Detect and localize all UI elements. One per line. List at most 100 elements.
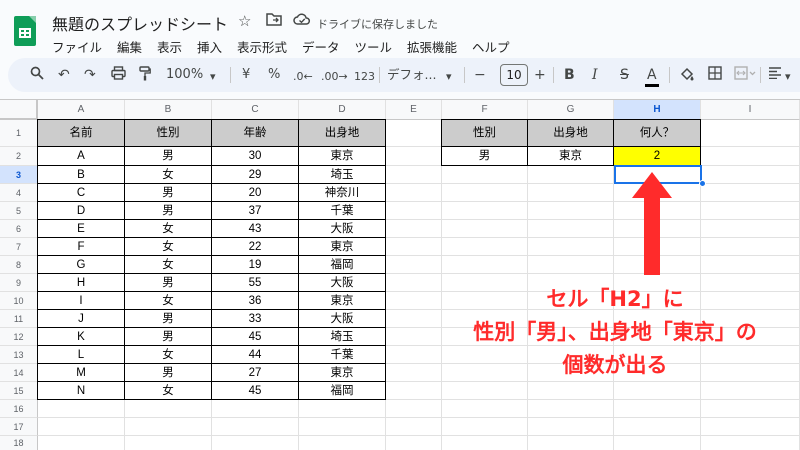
- row-header-12[interactable]: 12: [0, 328, 38, 346]
- row-header-5[interactable]: 5: [0, 202, 38, 220]
- table-cell[interactable]: 女: [124, 381, 212, 400]
- table-cell[interactable]: J: [37, 309, 125, 328]
- search-menus-icon[interactable]: [30, 66, 44, 85]
- table-cell[interactable]: 神奈川: [298, 183, 386, 202]
- fill-handle[interactable]: [699, 180, 706, 187]
- currency-format-button[interactable]: ¥: [242, 66, 250, 84]
- table-cell[interactable]: 55: [211, 273, 299, 292]
- column-header-i[interactable]: I: [701, 100, 800, 120]
- select-all-corner[interactable]: [0, 100, 38, 120]
- align-left-icon[interactable]: [768, 66, 782, 84]
- menu-view[interactable]: 表示: [157, 40, 182, 55]
- table-cell[interactable]: G: [37, 255, 125, 274]
- menu-insert[interactable]: 挿入: [197, 40, 222, 55]
- result-cell-h2[interactable]: 2: [613, 146, 701, 166]
- table-cell[interactable]: 大阪: [298, 309, 386, 328]
- table-header-cell[interactable]: 性別: [124, 119, 212, 147]
- table-cell[interactable]: 19: [211, 255, 299, 274]
- column-header-e[interactable]: E: [386, 100, 442, 120]
- table-cell[interactable]: 20: [211, 183, 299, 202]
- move-folder-icon[interactable]: [266, 12, 282, 30]
- menu-edit[interactable]: 編集: [117, 40, 142, 55]
- table-cell[interactable]: 女: [124, 345, 212, 364]
- table-cell[interactable]: 埼玉: [298, 165, 386, 184]
- table-cell[interactable]: N: [37, 381, 125, 400]
- menu-format[interactable]: 表示形式: [237, 40, 287, 55]
- table-cell[interactable]: H: [37, 273, 125, 292]
- table-cell[interactable]: B: [37, 165, 125, 184]
- font-family-select[interactable]: デフォ...: [387, 66, 436, 84]
- table-cell[interactable]: 30: [211, 146, 299, 166]
- table-cell[interactable]: 男: [124, 309, 212, 328]
- table-cell[interactable]: 33: [211, 309, 299, 328]
- table-cell[interactable]: 29: [211, 165, 299, 184]
- sheets-logo-icon[interactable]: [14, 16, 36, 46]
- column-header-a[interactable]: A: [38, 100, 125, 120]
- row-header-8[interactable]: 8: [0, 256, 38, 274]
- menu-file[interactable]: ファイル: [52, 40, 102, 55]
- table-cell[interactable]: 女: [124, 237, 212, 256]
- zoom-dropdown-icon[interactable]: ▾: [210, 68, 216, 86]
- table-cell[interactable]: 女: [124, 165, 212, 184]
- row-header-3[interactable]: 3: [0, 166, 38, 184]
- redo-icon[interactable]: ↷: [84, 66, 96, 84]
- row-header-9[interactable]: 9: [0, 274, 38, 292]
- table-cell[interactable]: 東京: [298, 146, 386, 166]
- borders-icon[interactable]: [708, 66, 722, 85]
- table-cell[interactable]: 女: [124, 255, 212, 274]
- table-header-cell[interactable]: 年齢: [211, 119, 299, 147]
- table-cell[interactable]: L: [37, 345, 125, 364]
- table-cell[interactable]: 女: [124, 219, 212, 238]
- fill-color-icon[interactable]: [679, 66, 695, 87]
- table-cell[interactable]: 27: [211, 363, 299, 382]
- table-cell[interactable]: 男: [124, 183, 212, 202]
- row-header-7[interactable]: 7: [0, 238, 38, 256]
- table-cell[interactable]: 36: [211, 291, 299, 310]
- table-cell[interactable]: F: [37, 237, 125, 256]
- decrease-font-size-button[interactable]: −: [474, 66, 486, 84]
- table-cell[interactable]: 43: [211, 219, 299, 238]
- table-cell[interactable]: 福岡: [298, 381, 386, 400]
- document-title[interactable]: 無題のスプレッドシート: [52, 11, 228, 35]
- table-cell[interactable]: 千葉: [298, 345, 386, 364]
- table-cell[interactable]: 東京: [298, 237, 386, 256]
- table-cell[interactable]: K: [37, 327, 125, 346]
- strikethrough-button[interactable]: S: [620, 66, 629, 84]
- spreadsheet-grid[interactable]: A B C D E F G H I 1 2 3 4 5 6 7 8 9 10 11 12 13 14 15 16 17 18 名前 性別…: [0, 99, 800, 450]
- italic-button[interactable]: I: [592, 66, 598, 84]
- paint-format-icon[interactable]: [139, 66, 151, 86]
- zoom-select[interactable]: 100%: [166, 66, 203, 84]
- table-cell[interactable]: D: [37, 201, 125, 220]
- table-cell[interactable]: 男: [124, 146, 212, 166]
- table-cell[interactable]: 45: [211, 381, 299, 400]
- row-header-1[interactable]: 1: [0, 120, 38, 147]
- summary-cell[interactable]: 東京: [527, 146, 614, 166]
- menu-tools[interactable]: ツール: [355, 40, 393, 55]
- row-header-15[interactable]: 15: [0, 382, 38, 400]
- table-cell[interactable]: 男: [124, 327, 212, 346]
- table-header-cell[interactable]: 出身地: [298, 119, 386, 147]
- summary-cell[interactable]: 男: [441, 146, 528, 166]
- table-cell[interactable]: 男: [124, 363, 212, 382]
- table-cell[interactable]: C: [37, 183, 125, 202]
- star-icon[interactable]: ☆: [238, 12, 251, 30]
- row-header-16[interactable]: 16: [0, 400, 38, 418]
- table-cell[interactable]: 男: [124, 201, 212, 220]
- row-header-11[interactable]: 11: [0, 310, 38, 328]
- menu-extensions[interactable]: 拡張機能: [407, 40, 457, 55]
- row-header-4[interactable]: 4: [0, 184, 38, 202]
- column-header-g[interactable]: G: [528, 100, 614, 120]
- table-cell[interactable]: 22: [211, 237, 299, 256]
- increase-decimal-button[interactable]: .00→: [321, 68, 348, 86]
- table-header-cell[interactable]: 名前: [37, 119, 125, 147]
- row-header-6[interactable]: 6: [0, 220, 38, 238]
- table-cell[interactable]: 東京: [298, 363, 386, 382]
- column-header-b[interactable]: B: [125, 100, 212, 120]
- menu-data[interactable]: データ: [302, 40, 340, 55]
- decrease-decimal-button[interactable]: .0←: [293, 68, 313, 86]
- table-cell[interactable]: 埼玉: [298, 327, 386, 346]
- undo-icon[interactable]: ↶: [58, 66, 70, 84]
- table-cell[interactable]: 44: [211, 345, 299, 364]
- increase-font-size-button[interactable]: +: [534, 66, 546, 84]
- row-header-2[interactable]: 2: [0, 147, 38, 166]
